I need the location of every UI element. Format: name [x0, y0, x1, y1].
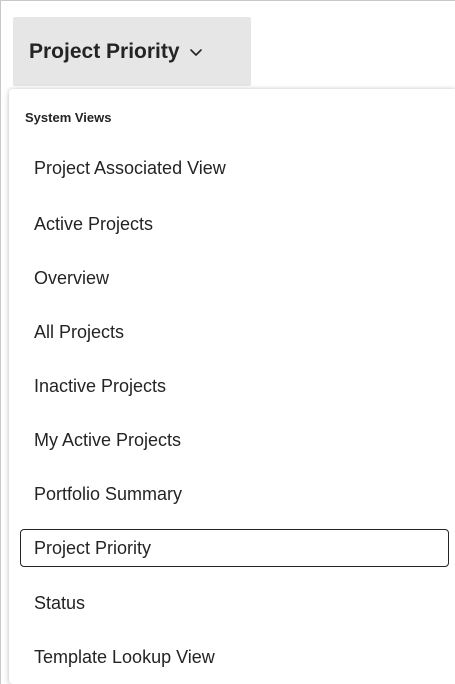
menu-item-template-lookup-view[interactable]: Template Lookup View — [20, 638, 449, 676]
view-selector-button[interactable]: Project Priority — [13, 17, 251, 86]
group-header-system-views: System Views — [25, 110, 112, 125]
menu-item-overview[interactable]: Overview — [20, 259, 449, 297]
menu-item-project-associated-view[interactable]: Project Associated View — [20, 149, 449, 187]
view-selector-label: Project Priority — [29, 39, 180, 63]
menu-item-status[interactable]: Status — [20, 584, 449, 622]
chevron-down-icon — [189, 45, 203, 59]
menu-item-active-projects[interactable]: Active Projects — [20, 205, 449, 243]
menu-item-all-projects[interactable]: All Projects — [20, 313, 449, 351]
menu-item-portfolio-summary[interactable]: Portfolio Summary — [20, 475, 449, 513]
menu-item-inactive-projects[interactable]: Inactive Projects — [20, 367, 449, 405]
menu-item-my-active-projects[interactable]: My Active Projects — [20, 421, 449, 459]
menu-item-project-priority[interactable]: Project Priority — [20, 529, 449, 567]
